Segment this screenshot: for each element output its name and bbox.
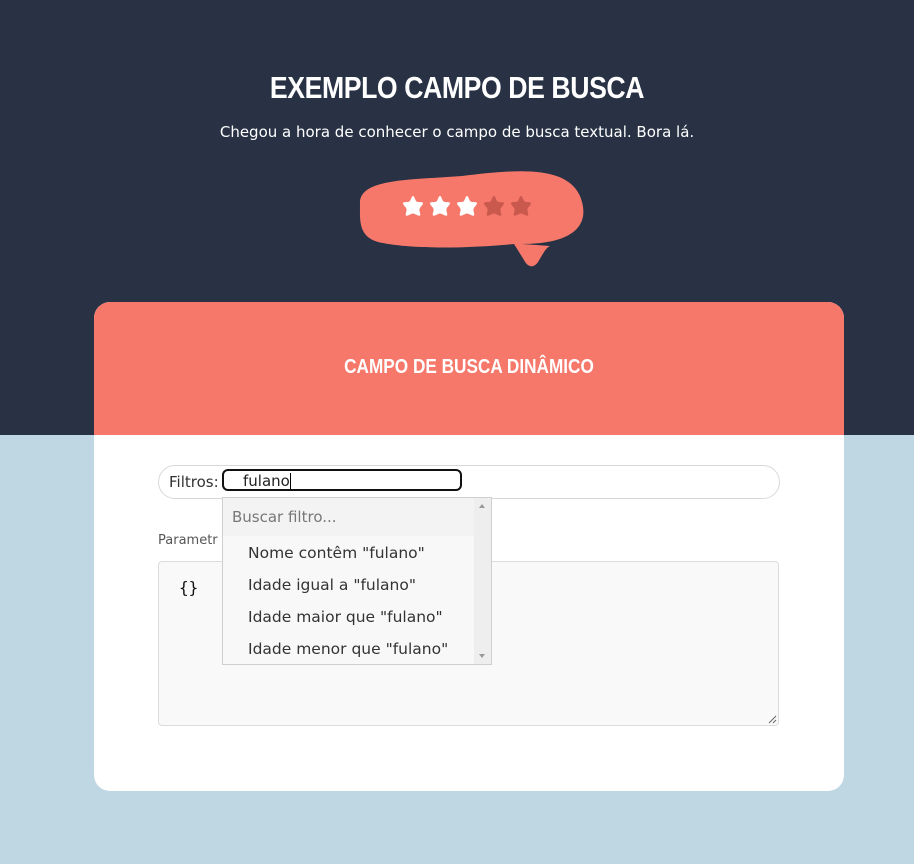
dropdown-option[interactable]: Idade menor que "fulano" xyxy=(223,634,475,666)
filter-input-value: fulano xyxy=(243,472,290,490)
card-header: CAMPO DE BUSCA DINÂMICO xyxy=(94,302,844,435)
dropdown-option[interactable]: Idade igual a "fulano" xyxy=(223,570,475,602)
params-value: {} xyxy=(179,578,199,597)
dropdown-search-input[interactable]: Buscar filtro... xyxy=(223,498,475,536)
filter-label: Filtros: xyxy=(169,473,219,491)
star-icon[interactable] xyxy=(482,194,506,218)
star-icon[interactable] xyxy=(455,194,479,218)
star-icon[interactable] xyxy=(509,194,533,218)
filter-search-input[interactable]: fulano xyxy=(222,469,462,491)
dropdown-option[interactable]: Nome contêm "fulano" xyxy=(223,538,475,570)
card-title: CAMPO DE BUSCA DINÂMICO xyxy=(344,356,594,378)
scroll-down-icon[interactable] xyxy=(479,654,485,658)
filter-dropdown: Buscar filtro... Nome contêm "fulano" Id… xyxy=(222,497,492,665)
params-label: Parametr xyxy=(158,533,218,548)
dropdown-options: Nome contêm "fulano" Idade igual a "fula… xyxy=(223,538,475,666)
star-rating[interactable] xyxy=(401,194,533,218)
star-icon[interactable] xyxy=(401,194,425,218)
filter-bar: Filtros: fulano xyxy=(158,465,780,499)
text-caret xyxy=(289,473,291,489)
scroll-up-icon[interactable] xyxy=(479,504,485,508)
dropdown-scrollbar[interactable] xyxy=(474,498,491,664)
rating-bubble xyxy=(359,171,584,267)
page-title: EXEMPLO CAMPO DE BUSCA xyxy=(269,70,645,105)
resize-grip-icon[interactable] xyxy=(767,714,777,724)
page-subtitle: Chegou a hora de conhecer o campo de bus… xyxy=(219,123,695,141)
star-icon[interactable] xyxy=(428,194,452,218)
dropdown-option[interactable]: Idade maior que "fulano" xyxy=(223,602,475,634)
